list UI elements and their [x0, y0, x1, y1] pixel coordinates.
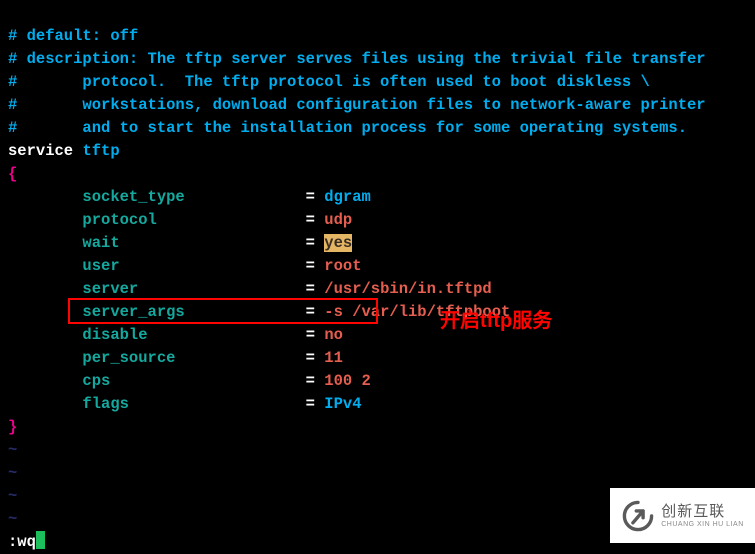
param-key: server [82, 280, 138, 298]
param-key: socket_type [82, 188, 184, 206]
param-key: per_source [82, 349, 175, 367]
comment-line: # workstations, download configuration f… [8, 96, 706, 114]
comment-line: # default: off [8, 27, 138, 45]
comment-line: # description: The tftp server serves fi… [8, 50, 706, 68]
param-value: udp [324, 211, 352, 229]
empty-line-tilde: ~ [8, 510, 17, 528]
vim-command[interactable]: :wq [8, 533, 36, 551]
empty-line-tilde: ~ [8, 441, 17, 459]
param-value: root [324, 257, 361, 275]
watermark-brand-en: CHUANG XIN HU LIAN [661, 521, 744, 528]
equals: = [306, 326, 315, 344]
equals: = [306, 188, 315, 206]
watermark-brand-cn: 创新互联 [661, 503, 725, 520]
equals: = [306, 257, 315, 275]
comment-line: # and to start the installation process … [8, 119, 687, 137]
param-value: no [324, 326, 343, 344]
brace-close: } [8, 418, 17, 436]
param-value: yes [324, 234, 352, 252]
equals: = [306, 211, 315, 229]
service-keyword: service [8, 142, 73, 160]
watermark-logo-icon [621, 499, 655, 533]
cursor-icon [36, 531, 45, 549]
equals: = [306, 280, 315, 298]
param-value: IPv4 [324, 395, 361, 413]
equals: = [306, 349, 315, 367]
comment-line: # protocol. The tftp protocol is often u… [8, 73, 650, 91]
empty-line-tilde: ~ [8, 464, 17, 482]
annotation-label: 开启tftp服务 [440, 310, 552, 333]
watermark-text: 创新互联 CHUANG XIN HU LIAN [661, 504, 744, 528]
param-key: flags [82, 395, 129, 413]
equals: = [306, 234, 315, 252]
param-value: 11 [324, 349, 343, 367]
param-key: disable [82, 326, 147, 344]
text-editor[interactable]: # default: off # description: The tftp s… [0, 0, 755, 554]
service-name: tftp [82, 142, 119, 160]
param-value: 100 2 [324, 372, 371, 390]
param-key: user [82, 257, 119, 275]
param-key: protocol [82, 211, 156, 229]
param-value: dgram [324, 188, 371, 206]
equals: = [306, 395, 315, 413]
param-key: cps [82, 372, 110, 390]
equals: = [306, 303, 315, 321]
param-value: /usr/sbin/in.tftpd [324, 280, 491, 298]
param-key: wait [82, 234, 119, 252]
brace-open: { [8, 165, 17, 183]
empty-line-tilde: ~ [8, 487, 17, 505]
equals: = [306, 372, 315, 390]
watermark: 创新互联 CHUANG XIN HU LIAN [610, 488, 755, 543]
param-key: server_args [82, 303, 184, 321]
